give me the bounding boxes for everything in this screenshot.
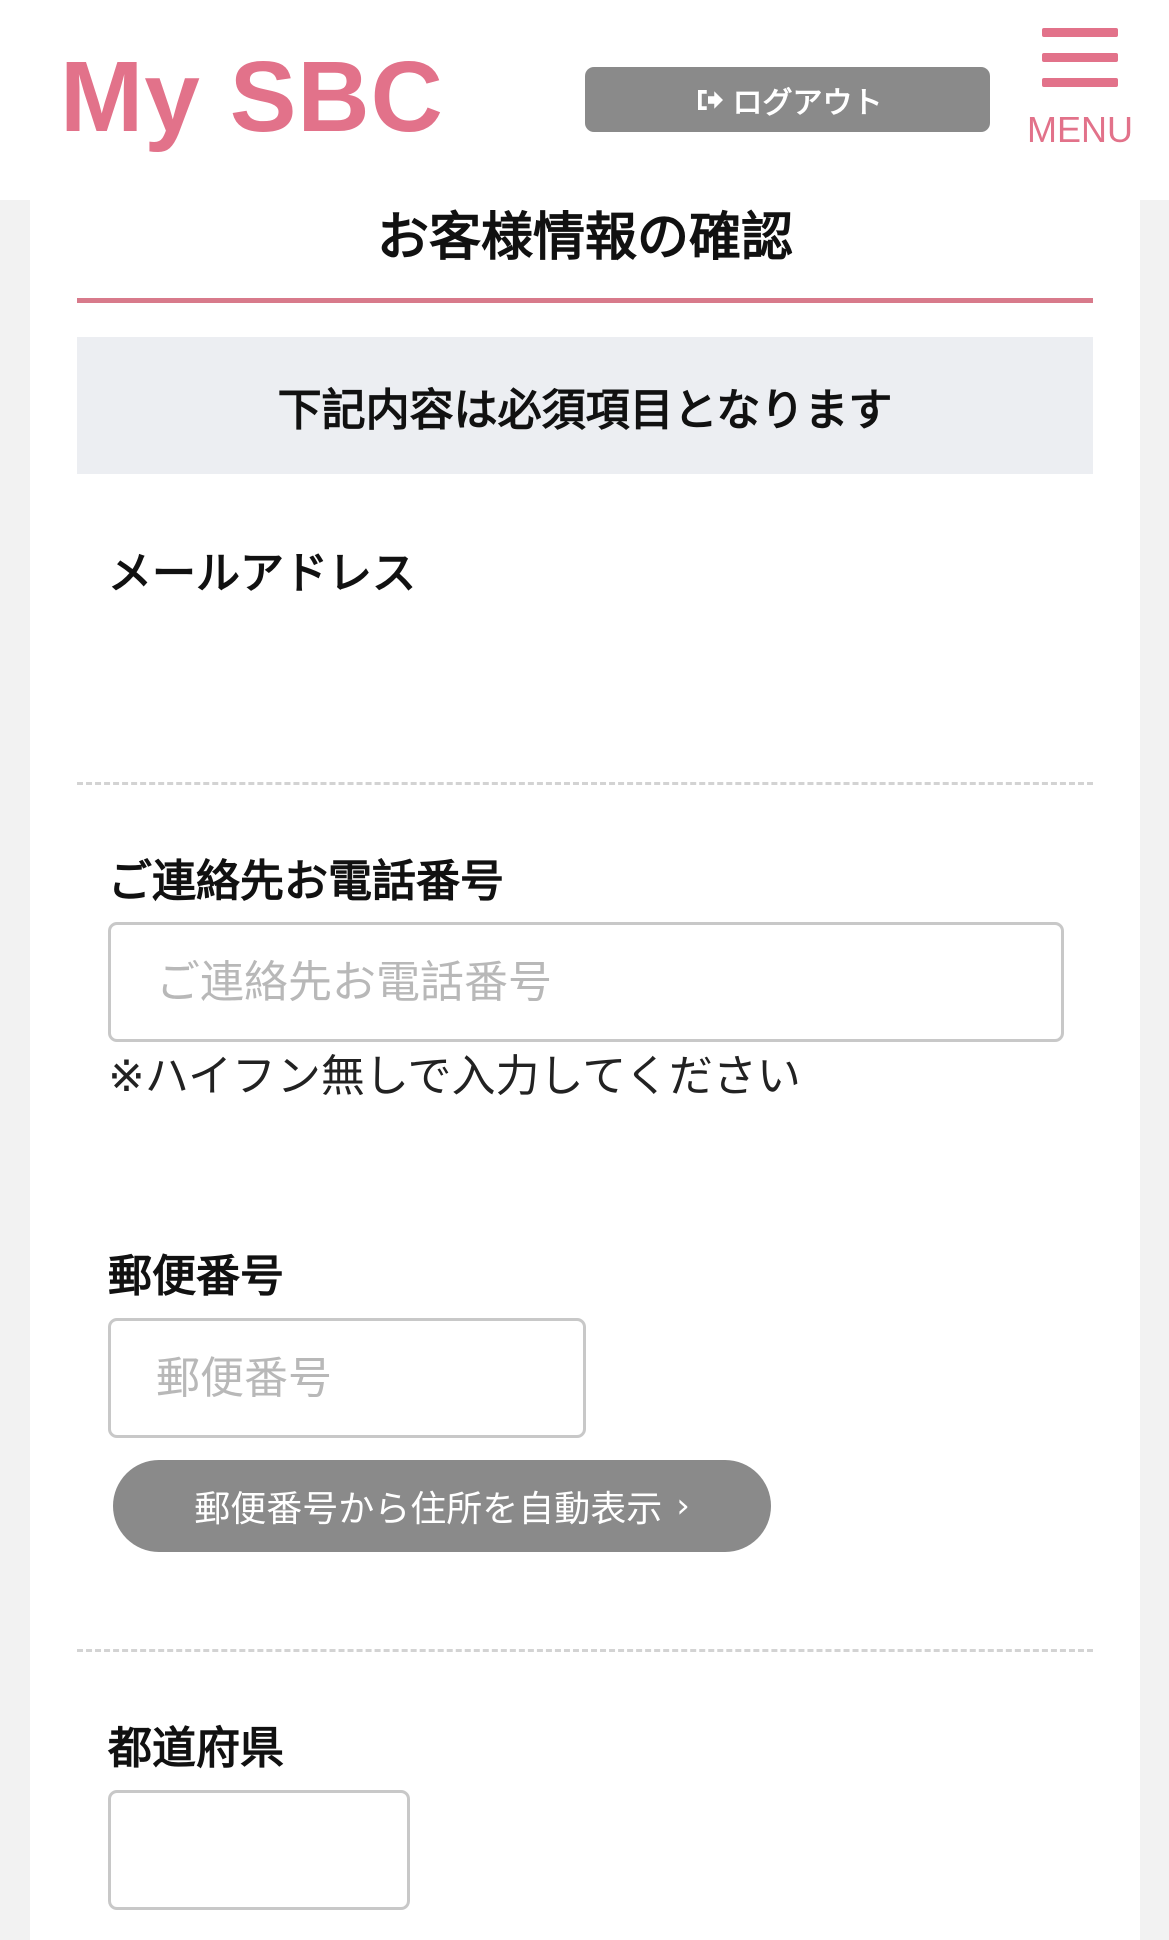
phone-label: ご連絡先お電話番号 xyxy=(108,856,504,907)
logo[interactable]: My SBC xyxy=(60,42,444,152)
prefecture-input[interactable] xyxy=(108,1790,410,1910)
logout-button[interactable]: ログアウト xyxy=(585,67,990,132)
hamburger-icon xyxy=(1042,28,1118,37)
menu-label: MENU xyxy=(1027,109,1133,150)
phone-hint: ※ハイフン無しで入力してください xyxy=(108,1051,801,1102)
form-card: お客様情報の確認 下記内容は必須項目となります メールアドレス ご連絡先お電話番… xyxy=(30,200,1140,1940)
postal-label: 郵便番号 xyxy=(108,1251,284,1302)
app-header: My SBC ログアウト MENU xyxy=(0,0,1169,200)
divider xyxy=(77,1649,1093,1652)
menu-button[interactable]: MENU xyxy=(1015,28,1145,158)
logout-icon xyxy=(697,89,723,110)
page-title: お客様情報の確認 xyxy=(376,208,793,268)
required-notice: 下記内容は必須項目となります xyxy=(77,337,1093,474)
postal-input[interactable] xyxy=(108,1318,586,1438)
email-label: メールアドレス xyxy=(108,548,416,599)
logout-label: ログアウト xyxy=(732,85,883,121)
auto-address-button[interactable]: 郵便番号から住所を自動表示 › xyxy=(113,1460,771,1552)
prefecture-label: 都道府県 xyxy=(108,1723,284,1774)
phone-input[interactable] xyxy=(108,922,1064,1042)
hamburger-icon-bar xyxy=(1042,78,1118,87)
hamburger-icon-bar xyxy=(1042,53,1118,62)
divider xyxy=(77,782,1093,785)
title-underline xyxy=(77,298,1093,303)
required-notice-text: 下記内容は必須項目となります xyxy=(277,384,893,436)
auto-address-label: 郵便番号から住所を自動表示 xyxy=(194,1489,663,1530)
chevron-right-icon: › xyxy=(676,1486,690,1526)
